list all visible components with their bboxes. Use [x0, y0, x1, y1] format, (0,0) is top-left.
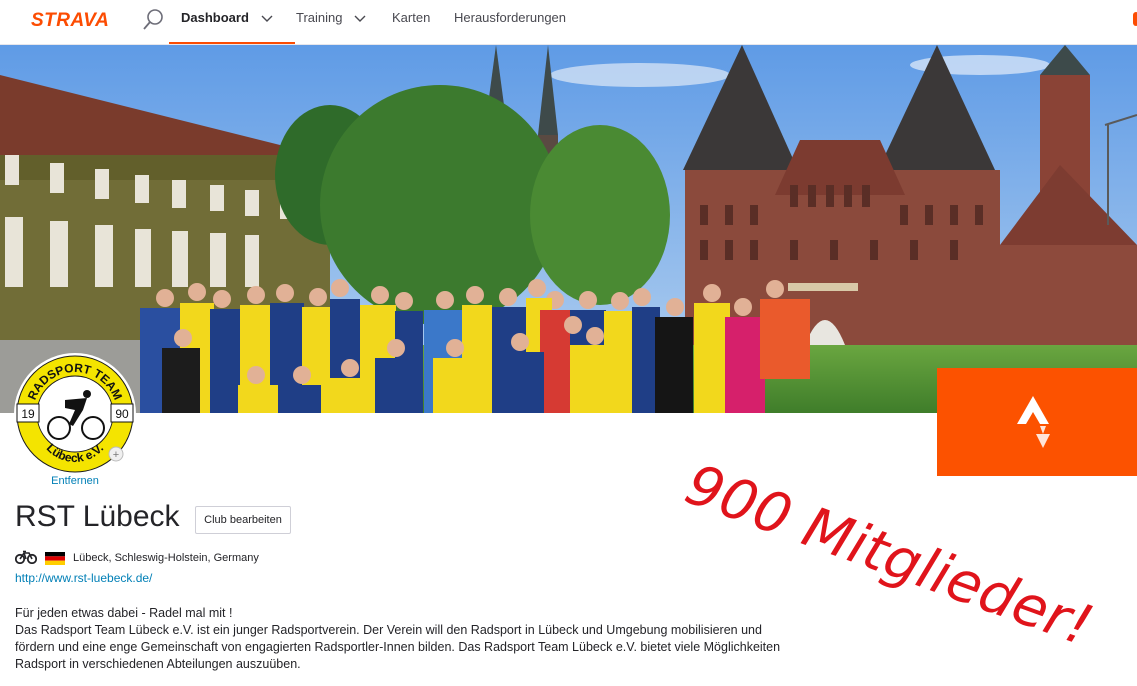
- profile-menu-edge[interactable]: [1133, 12, 1137, 26]
- svg-text:+: +: [113, 449, 119, 461]
- bike-icon: [14, 550, 38, 567]
- annotation-text: 900 Mitglieder!: [677, 460, 1101, 659]
- top-navigation: STRAVA Dashboard Training Karten Herausf…: [0, 0, 1137, 45]
- nav-training[interactable]: Training: [296, 0, 366, 44]
- club-cover-photo: [0, 45, 1137, 413]
- chevron-down-icon: [261, 1, 273, 36]
- strava-chevron-icon: [1017, 396, 1050, 448]
- nav-karten-label: Karten: [392, 10, 431, 25]
- chevron-down-icon: [354, 1, 366, 36]
- nav-dashboard-label: Dashboard: [181, 10, 249, 25]
- nav-herausforderungen-label: Herausforderungen: [454, 10, 567, 25]
- edit-club-button[interactable]: Club bearbeiten: [195, 506, 291, 534]
- nav-herausforderungen[interactable]: Herausforderungen: [454, 0, 566, 44]
- remove-avatar-link[interactable]: Entfernen: [0, 475, 150, 487]
- nav-karten[interactable]: Karten: [392, 0, 430, 44]
- club-meta: Lübeck, Schleswig-Holstein, Germany: [14, 549, 259, 567]
- club-location: Lübeck, Schleswig-Holstein, Germany: [73, 552, 259, 564]
- club-website-link[interactable]: http://www.rst-luebeck.de/: [15, 571, 152, 585]
- logo-year-right: 90: [115, 407, 129, 421]
- logo-year-left: 19: [21, 407, 35, 421]
- club-avatar[interactable]: RADSPORT TEAM Lübeck e.V. 19 90 +: [13, 352, 137, 476]
- search-icon[interactable]: [141, 7, 167, 33]
- handwritten-annotation: 900 Mitglieder!: [677, 460, 1101, 659]
- strava-logo[interactable]: STRAVA: [31, 10, 109, 32]
- nav-dashboard[interactable]: Dashboard: [169, 0, 294, 44]
- club-name: RST Lübeck: [15, 500, 180, 533]
- germany-flag-icon: [45, 551, 65, 565]
- nav-training-label: Training: [296, 10, 343, 25]
